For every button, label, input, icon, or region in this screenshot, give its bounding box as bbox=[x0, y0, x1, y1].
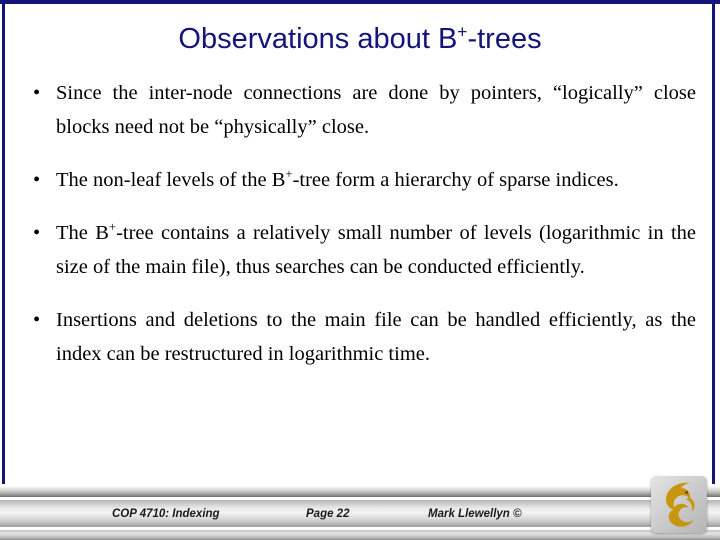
slide-border-left bbox=[2, 0, 5, 484]
bullet-text-run: -tree form a hierarchy of sparse indices… bbox=[292, 169, 619, 191]
ucf-pegasus-logo bbox=[651, 476, 707, 533]
bullet-marker-icon: • bbox=[33, 82, 41, 104]
slide-border-right bbox=[712, 0, 715, 484]
bullet-text-run: Since the inter-node connections are don… bbox=[56, 82, 696, 138]
bullet-text: Since the inter-node connections are don… bbox=[56, 82, 696, 138]
bullet-superscript: + bbox=[108, 220, 117, 235]
page-title-prefix: Observations about B bbox=[178, 23, 458, 55]
bullet-marker-icon: • bbox=[33, 169, 41, 191]
bullet-text: The non-leaf levels of the B+-tree form … bbox=[56, 167, 619, 191]
footer-band-bottom bbox=[0, 530, 720, 540]
bullet-marker-icon: • bbox=[33, 222, 41, 244]
bullet-list: • Since the inter-node connections are do… bbox=[24, 76, 696, 371]
bullet-text: Insertions and deletions to the main fil… bbox=[56, 309, 696, 365]
slide-border-top bbox=[0, 0, 720, 4]
bullet-text-run: -tree contains a relatively small number… bbox=[56, 222, 697, 278]
bullet-item: • The non-leaf levels of the B+-tree form… bbox=[24, 163, 696, 197]
footer-author-label: Mark Llewellyn © bbox=[428, 508, 522, 520]
footer-band-top bbox=[0, 486, 720, 497]
bullet-text: The B+-tree contains a relatively small … bbox=[56, 220, 697, 278]
bullet-marker-icon: • bbox=[33, 309, 41, 331]
page-title-suffix: -trees bbox=[467, 23, 542, 55]
bullet-text-run: The non-leaf levels of the B bbox=[56, 169, 286, 191]
footer-page-number: Page 22 bbox=[306, 508, 350, 520]
footer-course-label: COP 4710: Indexing bbox=[112, 508, 220, 520]
page-title-superscript: + bbox=[457, 21, 468, 42]
bullet-text-run: The B bbox=[56, 222, 109, 244]
bullet-item: • Insertions and deletions to the main fi… bbox=[24, 303, 696, 371]
bullet-superscript: + bbox=[285, 167, 293, 182]
slide: Observations about B+-trees • Since the i… bbox=[0, 0, 720, 540]
pegasus-icon bbox=[666, 482, 695, 527]
footer: COP 4710: Indexing Page 22 Mark Llewelly… bbox=[0, 503, 720, 525]
pegasus-eye-icon bbox=[685, 490, 689, 494]
bullet-item: • The B+-tree contains a relatively small… bbox=[24, 216, 696, 284]
bullet-text-run: Insertions and deletions to the main fil… bbox=[56, 309, 696, 365]
bullet-item: • Since the inter-node connections are do… bbox=[24, 76, 696, 144]
page-title: Observations about B+-trees bbox=[0, 22, 720, 56]
